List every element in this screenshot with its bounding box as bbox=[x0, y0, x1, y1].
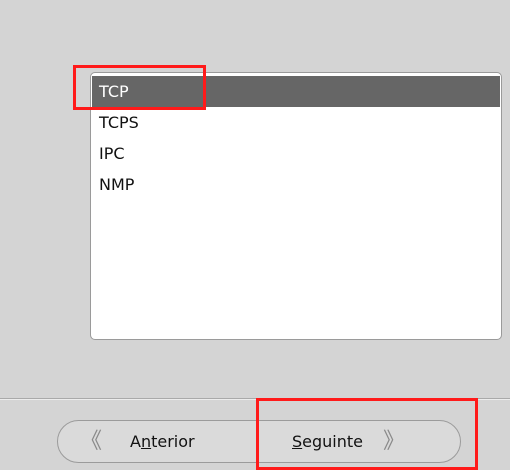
list-item-tcps[interactable]: TCPS bbox=[92, 107, 500, 138]
next-button[interactable]: Seguinte 》 bbox=[260, 421, 460, 462]
list-item-nmp[interactable]: NMP bbox=[92, 169, 500, 200]
protocol-listbox[interactable]: TCP TCPS IPC NMP bbox=[90, 72, 502, 340]
back-button-label: Anterior bbox=[130, 432, 195, 451]
footer-divider-highlight bbox=[0, 399, 510, 400]
double-chevron-left-icon: 《 bbox=[80, 429, 103, 454]
next-button-label: Seguinte bbox=[292, 432, 363, 451]
back-button[interactable]: 《 Anterior bbox=[58, 421, 260, 462]
wizard-nav-group: 《 Anterior Seguinte 》 bbox=[57, 420, 461, 463]
double-chevron-right-icon: 》 bbox=[383, 429, 406, 454]
list-item-tcp[interactable]: TCP bbox=[92, 76, 500, 107]
list-item-ipc[interactable]: IPC bbox=[92, 138, 500, 169]
